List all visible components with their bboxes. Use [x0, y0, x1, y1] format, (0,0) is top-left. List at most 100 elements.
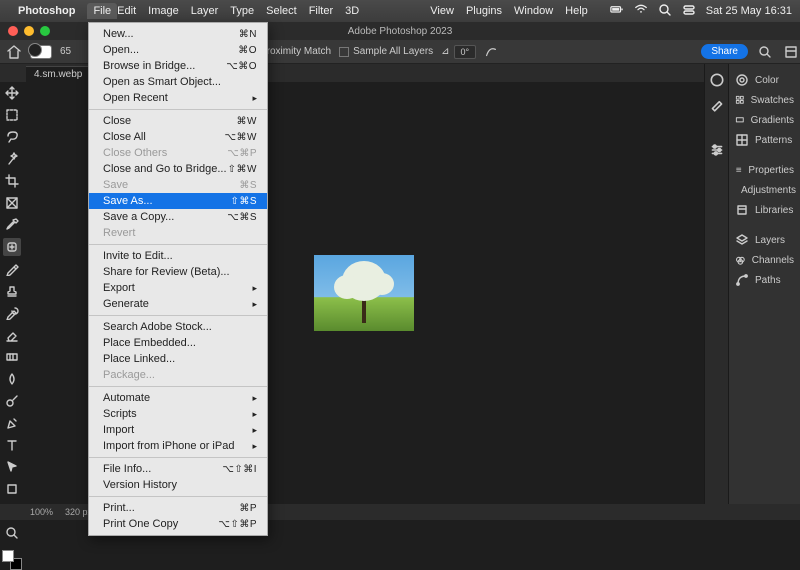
- file-menu-item[interactable]: Place Embedded...: [89, 335, 267, 351]
- file-menu-item[interactable]: Close and Go to Bridge...⇧⌘W: [89, 161, 267, 177]
- macos-menubar: Photoshop File Edit Image Layer Type Sel…: [0, 0, 800, 22]
- brush-tool[interactable]: [3, 260, 21, 278]
- search-toolbar-icon[interactable]: [758, 45, 772, 59]
- menu-file[interactable]: File: [87, 3, 117, 19]
- panel-gradients[interactable]: Gradients: [733, 110, 796, 130]
- menu-type[interactable]: Type: [230, 5, 254, 17]
- gradient-tool[interactable]: [3, 348, 21, 366]
- file-menu-item[interactable]: Browse in Bridge...⌥⌘O: [89, 58, 267, 74]
- file-menu-item[interactable]: Search Adobe Stock...: [89, 319, 267, 335]
- wifi-icon[interactable]: [634, 4, 648, 18]
- file-menu-item[interactable]: Generate▸: [89, 296, 267, 312]
- paths-icon: [735, 273, 749, 287]
- blur-tool[interactable]: [3, 370, 21, 388]
- file-menu-item[interactable]: Automate▸: [89, 390, 267, 406]
- zoom-level[interactable]: 100%: [30, 507, 53, 517]
- panel-adjustments[interactable]: Adjustments: [733, 180, 796, 200]
- crop-tool[interactable]: [3, 172, 21, 190]
- submenu-arrow-icon: ▸: [252, 299, 257, 310]
- right-panel-dock: Color Swatches Gradients Patterns Proper…: [704, 64, 800, 504]
- file-menu-item[interactable]: Open as Smart Object...: [89, 74, 267, 90]
- dodge-tool[interactable]: [3, 392, 21, 410]
- menu-select[interactable]: Select: [266, 5, 297, 17]
- menu-filter[interactable]: Filter: [309, 5, 333, 17]
- file-menu-item: Revert: [89, 225, 267, 241]
- lasso-tool[interactable]: [3, 128, 21, 146]
- menubar-datetime[interactable]: Sat 25 May 16:31: [706, 5, 792, 17]
- healing-brush-tool[interactable]: [3, 238, 21, 256]
- panel-channels[interactable]: Channels: [733, 250, 796, 270]
- panel-color[interactable]: Color: [733, 70, 796, 90]
- move-tool[interactable]: [3, 84, 21, 102]
- panel-patterns[interactable]: Patterns: [733, 130, 796, 150]
- submenu-arrow-icon: ▸: [252, 93, 257, 104]
- file-menu-item[interactable]: File Info...⌥⇧⌘I: [89, 461, 267, 477]
- eraser-tool[interactable]: [3, 326, 21, 344]
- file-menu-item[interactable]: Scripts▸: [89, 406, 267, 422]
- menu-view[interactable]: View: [430, 5, 454, 17]
- strip-color-icon[interactable]: [709, 72, 725, 88]
- file-menu-item[interactable]: Place Linked...: [89, 351, 267, 367]
- pressure-icon[interactable]: [484, 45, 498, 59]
- brush-size-value[interactable]: 65: [60, 46, 71, 57]
- frame-tool[interactable]: [3, 194, 21, 212]
- foreground-background-swatch[interactable]: [2, 550, 22, 570]
- strip-brushes-icon[interactable]: [709, 96, 725, 112]
- file-menu-item: Close Others⌥⌘P: [89, 145, 267, 161]
- file-menu-item[interactable]: Import▸: [89, 422, 267, 438]
- strip-adjust-icon[interactable]: [709, 142, 725, 158]
- menu-3d[interactable]: 3D: [345, 5, 359, 17]
- angle-value[interactable]: 0°: [454, 45, 477, 59]
- file-menu-item[interactable]: Close⌘W: [89, 113, 267, 129]
- menu-help[interactable]: Help: [565, 5, 588, 17]
- file-menu-item[interactable]: Save As...⇧⌘S: [89, 193, 267, 209]
- battery-icon[interactable]: [610, 5, 624, 17]
- file-menu-item[interactable]: Close All⌥⌘W: [89, 129, 267, 145]
- submenu-arrow-icon: ▸: [252, 425, 257, 436]
- brush-preview[interactable]: [30, 45, 52, 59]
- document-canvas[interactable]: [314, 255, 414, 331]
- search-icon[interactable]: [658, 3, 672, 20]
- menu-window[interactable]: Window: [514, 5, 553, 17]
- menu-image[interactable]: Image: [148, 5, 179, 17]
- menu-plugins[interactable]: Plugins: [466, 5, 502, 17]
- file-menu-item[interactable]: New...⌘N: [89, 26, 267, 42]
- file-menu-item[interactable]: Open Recent▸: [89, 90, 267, 106]
- menu-edit[interactable]: Edit: [117, 5, 136, 17]
- file-menu-item[interactable]: Export▸: [89, 280, 267, 296]
- properties-icon: [735, 163, 742, 177]
- file-menu-item[interactable]: Share for Review (Beta)...: [89, 264, 267, 280]
- path-select-tool[interactable]: [3, 458, 21, 476]
- shape-tool[interactable]: [3, 480, 21, 498]
- panel-layers[interactable]: Layers: [733, 230, 796, 250]
- file-menu-item[interactable]: Version History: [89, 477, 267, 493]
- panel-paths[interactable]: Paths: [733, 270, 796, 290]
- eyedropper-tool[interactable]: [3, 216, 21, 234]
- file-menu-item[interactable]: Open...⌘O: [89, 42, 267, 58]
- app-name[interactable]: Photoshop: [18, 5, 75, 17]
- type-tool[interactable]: [3, 436, 21, 454]
- workspace-switcher-icon[interactable]: [784, 45, 798, 59]
- wand-tool[interactable]: [3, 150, 21, 168]
- menu-layer[interactable]: Layer: [191, 5, 219, 17]
- file-menu-item[interactable]: Import from iPhone or iPad▸: [89, 438, 267, 454]
- zoom-tool[interactable]: [3, 524, 21, 542]
- file-menu-item[interactable]: Print...⌘P: [89, 500, 267, 516]
- opt-proximity-match[interactable]: Proximity Match: [260, 46, 331, 57]
- sample-all-checkbox[interactable]: [339, 47, 349, 57]
- file-menu-item[interactable]: Save a Copy...⌥⌘S: [89, 209, 267, 225]
- file-menu-item[interactable]: Invite to Edit...: [89, 248, 267, 264]
- marquee-tool[interactable]: [3, 106, 21, 124]
- control-center-icon[interactable]: [682, 3, 696, 20]
- pen-tool[interactable]: [3, 414, 21, 432]
- stamp-tool[interactable]: [3, 282, 21, 300]
- panel-libraries[interactable]: Libraries: [733, 200, 796, 220]
- submenu-arrow-icon: ▸: [252, 409, 257, 420]
- panel-properties[interactable]: Properties: [733, 160, 796, 180]
- history-brush-tool[interactable]: [3, 304, 21, 322]
- panel-swatches[interactable]: Swatches: [733, 90, 796, 110]
- file-menu-item[interactable]: Print One Copy⌥⇧⌘P: [89, 516, 267, 532]
- share-button[interactable]: Share: [701, 44, 748, 59]
- home-button[interactable]: [6, 44, 22, 60]
- submenu-arrow-icon: ▸: [252, 393, 257, 404]
